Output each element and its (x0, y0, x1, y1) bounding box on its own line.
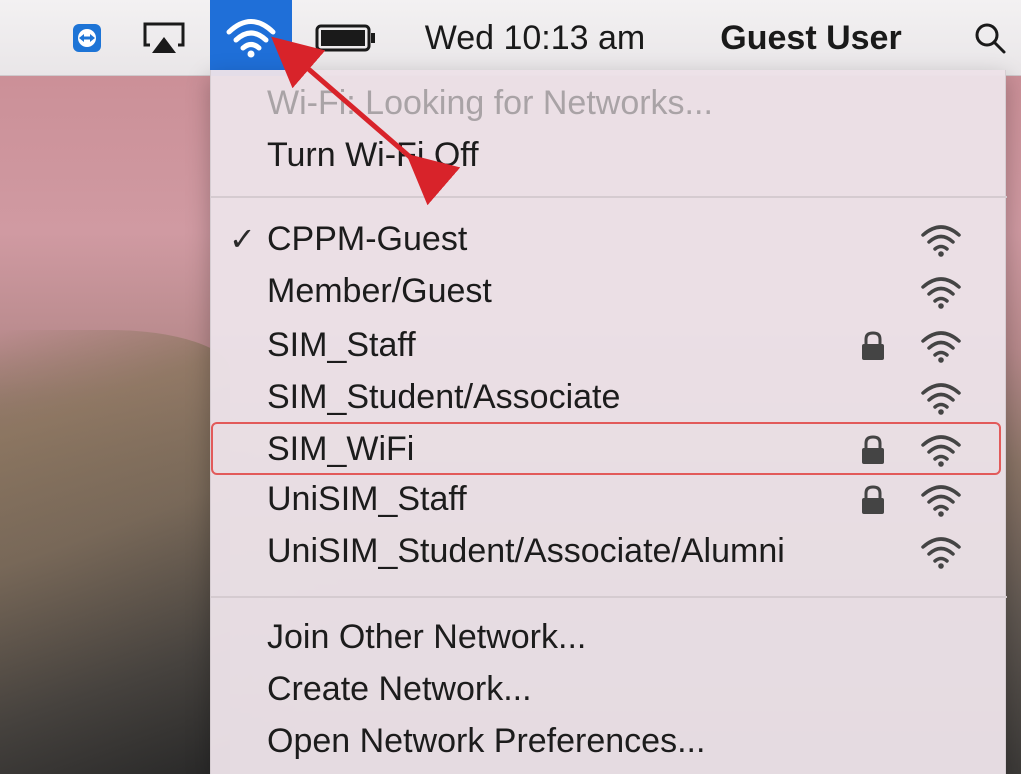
spotlight-search-icon[interactable] (962, 0, 1018, 76)
menu-separator (211, 196, 1007, 198)
lock-icon (862, 331, 884, 360)
annotation-arrow (271, 36, 461, 206)
network-item-sim-student-associate[interactable]: SIM_Student/Associate (211, 372, 1007, 422)
join-other-network-label: Join Other Network... (267, 617, 587, 656)
wifi-signal-icon (921, 331, 961, 363)
network-item-member-guest[interactable]: Member/Guest (211, 266, 1007, 316)
create-network-label: Create Network... (267, 669, 532, 708)
clock-text: Wed 10:13 am (424, 18, 646, 57)
network-name: SIM_Staff (267, 325, 416, 364)
wifi-signal-icon (921, 225, 961, 257)
wifi-signal-icon (921, 537, 961, 569)
menu-bar: Wed 10:13 am Guest User (0, 0, 1021, 76)
join-other-network-item[interactable]: Join Other Network... (211, 612, 1007, 662)
network-name: SIM_Student/Associate (267, 377, 621, 416)
menubar-user[interactable]: Guest User (700, 0, 922, 76)
airplay-icon[interactable] (134, 0, 194, 76)
wifi-signal-icon (921, 277, 961, 309)
lock-icon (862, 485, 884, 514)
wifi-signal-icon (921, 383, 961, 415)
network-item-sim-wifi[interactable]: SIM_WiFi (211, 424, 1007, 474)
network-name: Member/Guest (267, 271, 492, 310)
teamviewer-icon[interactable] (62, 0, 112, 76)
network-name: CPPM-Guest (267, 219, 468, 258)
open-network-preferences-item[interactable]: Open Network Preferences... (211, 716, 1007, 766)
menu-separator (211, 596, 1007, 598)
network-name: SIM_WiFi (267, 429, 415, 468)
open-network-preferences-label: Open Network Preferences... (267, 721, 706, 760)
network-item-cppm-guest[interactable]: ✓ CPPM-Guest (211, 214, 1007, 264)
network-name: UniSIM_Student/Associate/Alumni (267, 531, 785, 570)
network-item-unisim-staff[interactable]: UniSIM_Staff (211, 474, 1007, 524)
network-item-unisim-student-associate-alumni[interactable]: UniSIM_Student/Associate/Alumni (211, 526, 1007, 576)
network-name: UniSIM_Staff (267, 479, 467, 518)
checkmark-icon: ✓ (229, 221, 256, 257)
wifi-signal-icon (921, 485, 961, 517)
lock-icon (862, 435, 884, 464)
network-item-sim-staff[interactable]: SIM_Staff (211, 320, 1007, 370)
wallpaper-rock (0, 330, 230, 774)
wifi-signal-icon (921, 435, 961, 467)
create-network-item[interactable]: Create Network... (211, 664, 1007, 714)
user-name: Guest User (720, 18, 902, 57)
